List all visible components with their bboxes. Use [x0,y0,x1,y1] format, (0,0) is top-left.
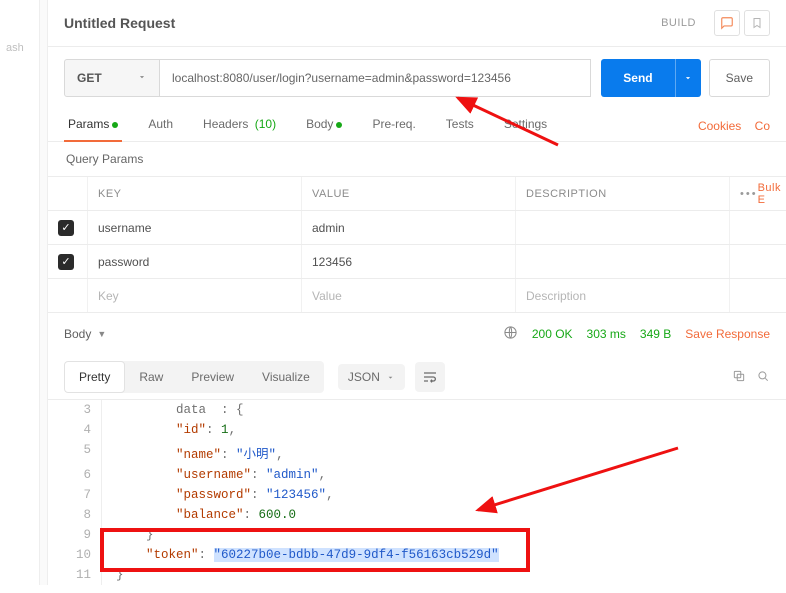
sidebar-trunc-label: ash [0,42,24,54]
ph-value: Value [302,279,516,312]
status-code: 200 OK [532,327,573,341]
checkbox-icon[interactable]: ✓ [58,254,74,270]
tab-auth[interactable]: Auth [144,111,177,141]
wrap-lines-icon[interactable] [415,362,445,392]
copy-icon[interactable] [732,369,746,386]
send-button[interactable]: Send [601,59,700,97]
save-button[interactable]: Save [709,59,770,97]
checkbox-icon[interactable]: ✓ [58,220,74,236]
col-key: KEY [88,177,302,210]
globe-icon[interactable] [503,325,518,343]
response-size: 349 B [640,327,671,341]
send-button-dropdown[interactable] [675,59,701,97]
response-time: 303 ms [587,327,626,341]
view-raw[interactable]: Raw [125,361,177,393]
send-button-label: Send [601,59,674,97]
table-row[interactable]: ✓ password 123456 [48,245,786,279]
col-value: VALUE [302,177,516,210]
more-icon[interactable]: ••• [740,188,758,200]
col-desc: DESCRIPTION [516,177,730,210]
tab-prereq[interactable]: Pre-req. [368,111,419,141]
http-method-select[interactable]: GET [64,59,160,97]
tab-headers[interactable]: Headers (10) [199,111,280,141]
url-input[interactable]: localhost:8080/user/login?username=admin… [160,59,591,97]
cookies-link[interactable]: Cookies [698,119,741,133]
build-label[interactable]: BUILD [661,17,696,29]
query-params-title: Query Params [48,142,786,176]
bulk-edit-link[interactable]: Bulk E [758,182,781,206]
param-value[interactable]: 123456 [302,245,516,278]
ph-desc: Description [516,279,730,312]
view-pretty[interactable]: Pretty [64,361,125,393]
tab-params[interactable]: Params [64,111,122,141]
chevron-down-icon [386,373,395,382]
tab-body[interactable]: Body [302,111,346,141]
bookmark-icon[interactable] [744,10,770,36]
table-row[interactable]: ✓ username admin [48,211,786,245]
tab-tests[interactable]: Tests [442,111,478,141]
save-response-link[interactable]: Save Response [685,327,770,341]
search-response-icon[interactable] [756,369,770,386]
view-preview[interactable]: Preview [177,361,248,393]
left-sidebar: ash [0,0,40,585]
param-key[interactable]: username [88,211,302,244]
format-select[interactable]: JSON [338,364,405,390]
param-key[interactable]: password [88,245,302,278]
response-body-tab[interactable]: Body▼ [64,327,106,341]
table-row-placeholder[interactable]: Key Value Description [48,279,786,313]
http-method-label: GET [77,71,102,85]
param-value[interactable]: admin [302,211,516,244]
chevron-down-icon [137,71,147,85]
view-visualize[interactable]: Visualize [248,361,324,393]
request-title: Untitled Request [64,15,661,31]
tab-settings[interactable]: Settings [500,111,551,141]
code-link[interactable]: Co [755,119,770,133]
dot-icon [336,122,342,128]
response-body[interactable]: 3 data : { 4 "id": 1, 5 "name": "小明", 6 … [48,399,786,585]
view-segmented-control: Pretty Raw Preview Visualize [64,361,324,393]
ph-key: Key [88,279,302,312]
chevron-down-icon: ▼ [97,329,106,339]
table-header: KEY VALUE DESCRIPTION •••Bulk E [48,177,786,211]
scroll-gutter[interactable] [40,0,48,585]
comment-icon[interactable] [714,10,740,36]
dot-icon [112,122,118,128]
